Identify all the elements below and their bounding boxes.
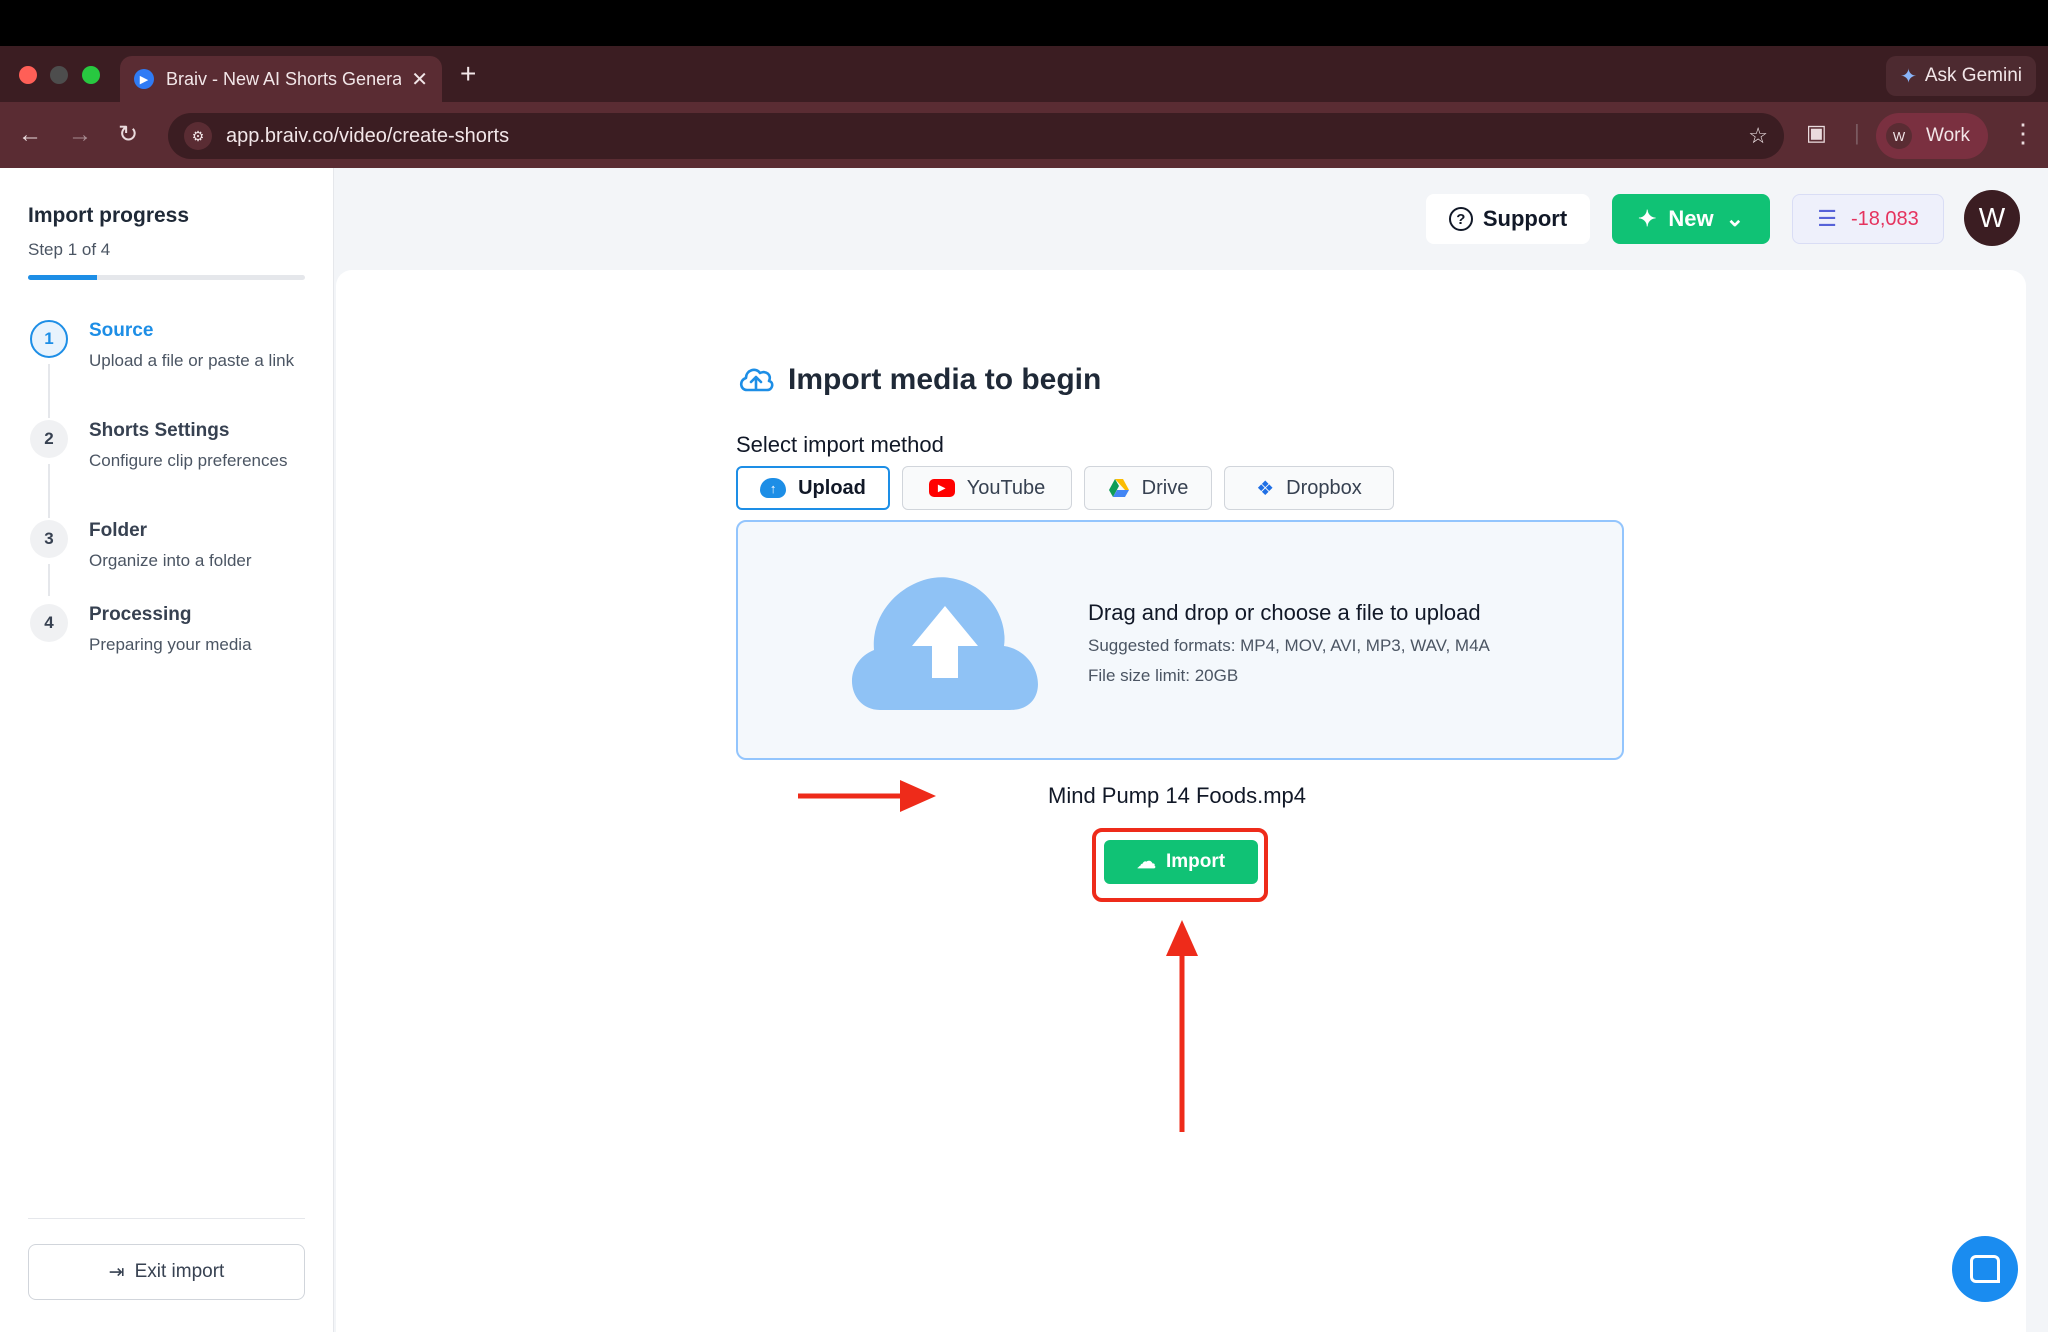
google-drive-icon [1108,479,1129,497]
chat-icon [1970,1255,2000,1283]
reload-icon[interactable]: ↻ [118,120,138,150]
upload-cloud-icon: ↑ [760,478,787,498]
browser-tab[interactable]: ▶ Braiv - New AI Shorts Genera ✕ [120,56,442,102]
site-settings-icon[interactable]: ⚙ [184,122,212,150]
profile-label: Work [1926,125,1970,146]
exit-import-label: Exit import [134,1261,225,1282]
credits-value: -18,083 [1850,207,1919,230]
app-page: Import progress Step 1 of 4 1 Source Upl… [0,168,2048,1332]
support-label: Support [1482,206,1568,231]
tab-dropbox[interactable]: ❖ Dropbox [1224,466,1394,510]
annotation-highlight-box: ☁ Import [1092,828,1268,902]
step-number: 4 [30,604,68,642]
tab-drive[interactable]: Drive [1084,466,1212,510]
import-label: Import [1165,851,1226,872]
dropbox-icon: ❖ [1256,477,1275,500]
import-method-tabs: ↑ Upload ▶ YouTube Drive ❖ Dropbox [736,466,1394,510]
large-cloud-upload-icon [851,577,1038,710]
step-description: Preparing your media [89,635,252,654]
file-dropzone[interactable]: Drag and drop or choose a file to upload… [736,520,1624,760]
screen-top-bar [0,0,2048,46]
page-title-text: Import media to begin [788,363,1102,396]
step-number: 2 [30,420,68,458]
youtube-icon: ▶ [928,479,955,497]
step-number: 1 [30,320,68,358]
step-connector [48,564,50,596]
step-description: Upload a file or paste a link [89,351,295,370]
new-label: New [1668,206,1714,231]
exit-import-button[interactable]: ⇥ Exit import [28,1244,305,1300]
import-progress-bar [28,275,305,280]
step-shorts-settings[interactable]: 2 Shorts Settings Configure clip prefere… [28,420,318,520]
help-circle-icon: ? [1448,207,1473,231]
tab-youtube[interactable]: ▶ YouTube [902,466,1072,510]
profile-avatar: W [1886,123,1912,149]
credits-button[interactable]: ☰ -18,083 [1792,194,1944,244]
toolbar-divider: | [1854,120,1860,145]
import-method-label: Select import method [736,432,944,457]
step-processing[interactable]: 4 Processing Preparing your media [28,604,318,674]
dropzone-formats: Suggested formats: MP4, MOV, AVI, MP3, W… [1088,636,1490,655]
step-title: Folder [89,520,148,541]
database-icon: ☰ [1817,206,1837,231]
import-card: Import media to begin Select import meth… [336,270,2026,1332]
annotation-arrow-right-head [900,780,936,812]
url-text: app.braiv.co/video/create-shorts [226,124,510,147]
window-close-button[interactable] [19,66,37,84]
gemini-sparkle-icon: ✦ [1900,65,1917,88]
tab-youtube-label: YouTube [966,476,1046,499]
step-title: Shorts Settings [89,420,230,441]
annotation-arrow-up-head [1166,920,1198,956]
dropzone-size-limit: File size limit: 20GB [1088,666,1239,685]
step-number: 3 [30,520,68,558]
step-description: Configure clip preferences [89,451,288,470]
tab-title: Braiv - New AI Shorts Genera [166,68,402,89]
step-title: Source [89,320,154,341]
sidebar-divider [28,1218,305,1219]
address-bar[interactable]: ⚙ app.braiv.co/video/create-shorts ☆ [168,113,1784,159]
bookmark-star-icon[interactable]: ☆ [1748,123,1768,149]
profile-chip[interactable]: W Work [1876,113,1988,159]
back-arrow-icon[interactable]: ← [18,120,42,150]
step-title: Processing [89,604,192,625]
cloud-upload-small-icon: ☁ [1136,851,1156,873]
window-zoom-button[interactable] [82,66,100,84]
tab-drive-label: Drive [1141,476,1189,499]
sidebar-title: Import progress [28,204,190,227]
step-connector [48,464,50,518]
braiv-favicon-icon: ▶ [134,69,154,89]
step-description: Organize into a folder [89,551,252,570]
import-sidebar: Import progress Step 1 of 4 1 Source Upl… [0,168,334,1332]
ask-gemini-label: Ask Gemini [1924,65,2022,86]
step-counter: Step 1 of 4 [28,240,111,259]
browser-menu-icon[interactable]: ⋮ [2010,118,2036,149]
progress-fill [28,275,98,280]
ask-gemini-button[interactable]: ✦ Ask Gemini [1886,56,2036,96]
new-button[interactable]: ✦ New ⌄ [1612,194,1770,244]
import-button[interactable]: ☁ Import [1104,840,1258,884]
dropzone-title: Drag and drop or choose a file to upload [1088,600,1481,625]
step-source[interactable]: 1 Source Upload a file or paste a link [28,320,318,420]
new-tab-plus-icon[interactable]: + [460,58,476,90]
step-connector [48,364,50,418]
user-avatar[interactable]: W [1964,190,2020,246]
chat-support-button[interactable] [1952,1236,2018,1302]
sparkle-icon: ✦ [1637,206,1657,231]
window-minimize-button[interactable] [50,66,68,84]
step-folder[interactable]: 3 Folder Organize into a folder [28,520,318,604]
forward-arrow-icon[interactable]: → [68,120,92,150]
reading-mode-icon[interactable]: ▣ [1806,120,1827,146]
support-button[interactable]: ? Support [1426,194,1590,244]
tab-upload[interactable]: ↑ Upload [736,466,890,510]
tab-close-icon[interactable]: ✕ [411,67,428,92]
page-title: Import media to begin [736,360,1101,400]
tab-dropbox-label: Dropbox [1286,476,1362,499]
exit-arrow-icon: ⇥ [108,1261,125,1283]
chevron-down-icon: ⌄ [1725,206,1745,231]
cloud-upload-icon [739,368,774,392]
tab-upload-label: Upload [798,476,866,499]
selected-file-name: Mind Pump 14 Foods.mp4 [1048,783,1307,808]
